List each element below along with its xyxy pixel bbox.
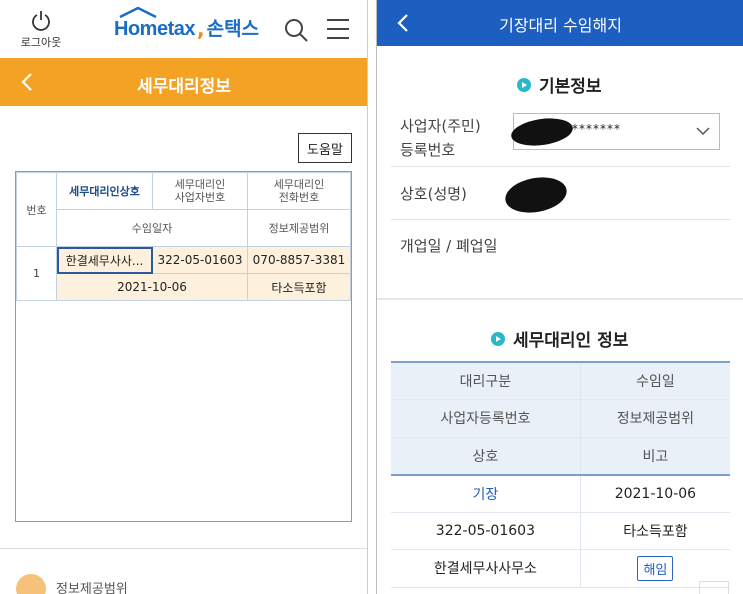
value-biz-reg-no: 322-05-01603 — [391, 512, 581, 550]
value-appointment-date: 2021-10-06 — [580, 474, 730, 513]
row-agent-name[interactable]: 한결세무사사... — [56, 246, 153, 274]
page-title: 세무대리정보 — [137, 77, 231, 97]
power-icon — [32, 11, 50, 31]
agent-info-heading: 세무대리인 정보 — [491, 326, 628, 351]
header-remarks: 비고 — [580, 437, 730, 476]
brand-home-text: Hometax — [114, 18, 195, 40]
info-icon — [16, 574, 46, 594]
biz-reg-value: ******* — [572, 122, 621, 136]
header-info-scope: 정보제공범위 — [580, 399, 730, 438]
agent-info-table: 대리구분 수임일 사업자등록번호 정보제공범위 상호 비고 기장 2021-10… — [391, 361, 730, 588]
col-header-agent-phone[interactable]: 세무대리인 전화번호 — [247, 172, 351, 210]
brand-dot: , — [196, 17, 205, 41]
scroll-top-button[interactable] — [699, 581, 729, 594]
hamburger-icon — [327, 19, 349, 39]
table-row: 322-05-01603 타소득포함 — [391, 512, 730, 550]
roof-icon — [119, 6, 157, 18]
page-title: 기장대리 수임해지 — [499, 16, 622, 35]
value-agent-type: 기장 — [391, 474, 581, 513]
name-label: 상호(성명) — [400, 185, 467, 203]
row-agent-phone[interactable]: 070-8857-3381 — [247, 246, 351, 274]
row-appointment-date[interactable]: 2021-10-06 — [56, 273, 248, 301]
logout-label: 로그아웃 — [20, 36, 62, 49]
hometax-logo[interactable]: Hometax , 손택스 — [114, 6, 260, 41]
bullet-icon — [491, 331, 505, 346]
header-agent-type: 대리구분 — [391, 361, 581, 400]
col-header-agent-name[interactable]: 세무대리인상호 — [56, 172, 153, 210]
basic-info-heading: 기본정보 — [517, 72, 602, 97]
divider — [0, 548, 367, 549]
tax-agent-table: 번호 세무대리인상호 세무대리인 사업자번호 세무대리인 전화번호 수임일자 정… — [15, 171, 352, 522]
table-row[interactable]: 2021-10-06 타소득포함 — [17, 273, 351, 301]
dismiss-button[interactable]: 해임 — [637, 555, 674, 581]
chevron-down-icon — [696, 127, 710, 136]
col-header-info-scope[interactable]: 정보제공범위 — [247, 209, 351, 247]
search-icon — [285, 19, 308, 42]
table-row[interactable]: 1 한결세무사사... 322-05-01603 070-8857-3381 — [16, 246, 351, 301]
agent-info-title: 세무대리인 정보 — [513, 331, 629, 351]
row-agent-biz-no[interactable]: 322-05-01603 — [152, 246, 248, 274]
info-scope-heading: 정보제공범위 — [56, 582, 128, 594]
open-close-date-label: 개업일 / 폐업일 — [400, 237, 498, 255]
title-bar: 세무대리정보 — [0, 58, 367, 106]
col-header-agent-biz-no[interactable]: 세무대리인 사업자번호 — [152, 172, 248, 210]
biz-reg-label-line2: 등록번호 — [400, 141, 456, 159]
table-row: 한결세무사사무소 해임 — [391, 549, 730, 588]
biz-reg-label-line1: 사업자(주민) — [400, 117, 481, 135]
title-bar: 기장대리 수임해지 — [377, 0, 743, 46]
value-info-scope: 타소득포함 — [580, 512, 730, 550]
col-header-appointment-date[interactable]: 수임일자 — [56, 209, 248, 247]
row-number: 1 — [16, 246, 57, 301]
basic-info-title: 기본정보 — [539, 77, 602, 97]
value-business-name: 한결세무사사무소 — [391, 549, 581, 588]
divider — [391, 219, 730, 220]
help-button[interactable]: 도움말 — [298, 133, 352, 163]
logout-button[interactable]: 로그아웃 — [18, 10, 64, 50]
search-button[interactable] — [284, 18, 308, 42]
app-header: 로그아웃 Hometax , 손택스 — [0, 0, 367, 58]
col-header-number: 번호 — [16, 172, 57, 247]
header-appointment-date: 수임일 — [580, 361, 730, 400]
menu-button[interactable] — [326, 18, 350, 40]
row-info-scope[interactable]: 타소득포함 — [247, 273, 351, 301]
header-biz-reg-no: 사업자등록번호 — [391, 399, 581, 438]
termination-panel: 기장대리 수임해지 기본정보 사업자(주민) 등록번호 ******* 상호(성… — [376, 0, 743, 594]
section-divider — [377, 298, 743, 300]
hometax-mobile-panel: 로그아웃 Hometax , 손택스 세무대리정보 도움말 번호 세무대리인상호… — [0, 0, 368, 594]
bullet-icon — [517, 77, 531, 92]
divider — [391, 166, 730, 167]
table-row: 기장 2021-10-06 — [391, 474, 730, 513]
redaction-mark — [502, 172, 570, 218]
brand-korean-text: 손택스 — [206, 18, 260, 40]
header-business-name: 상호 — [391, 437, 581, 476]
